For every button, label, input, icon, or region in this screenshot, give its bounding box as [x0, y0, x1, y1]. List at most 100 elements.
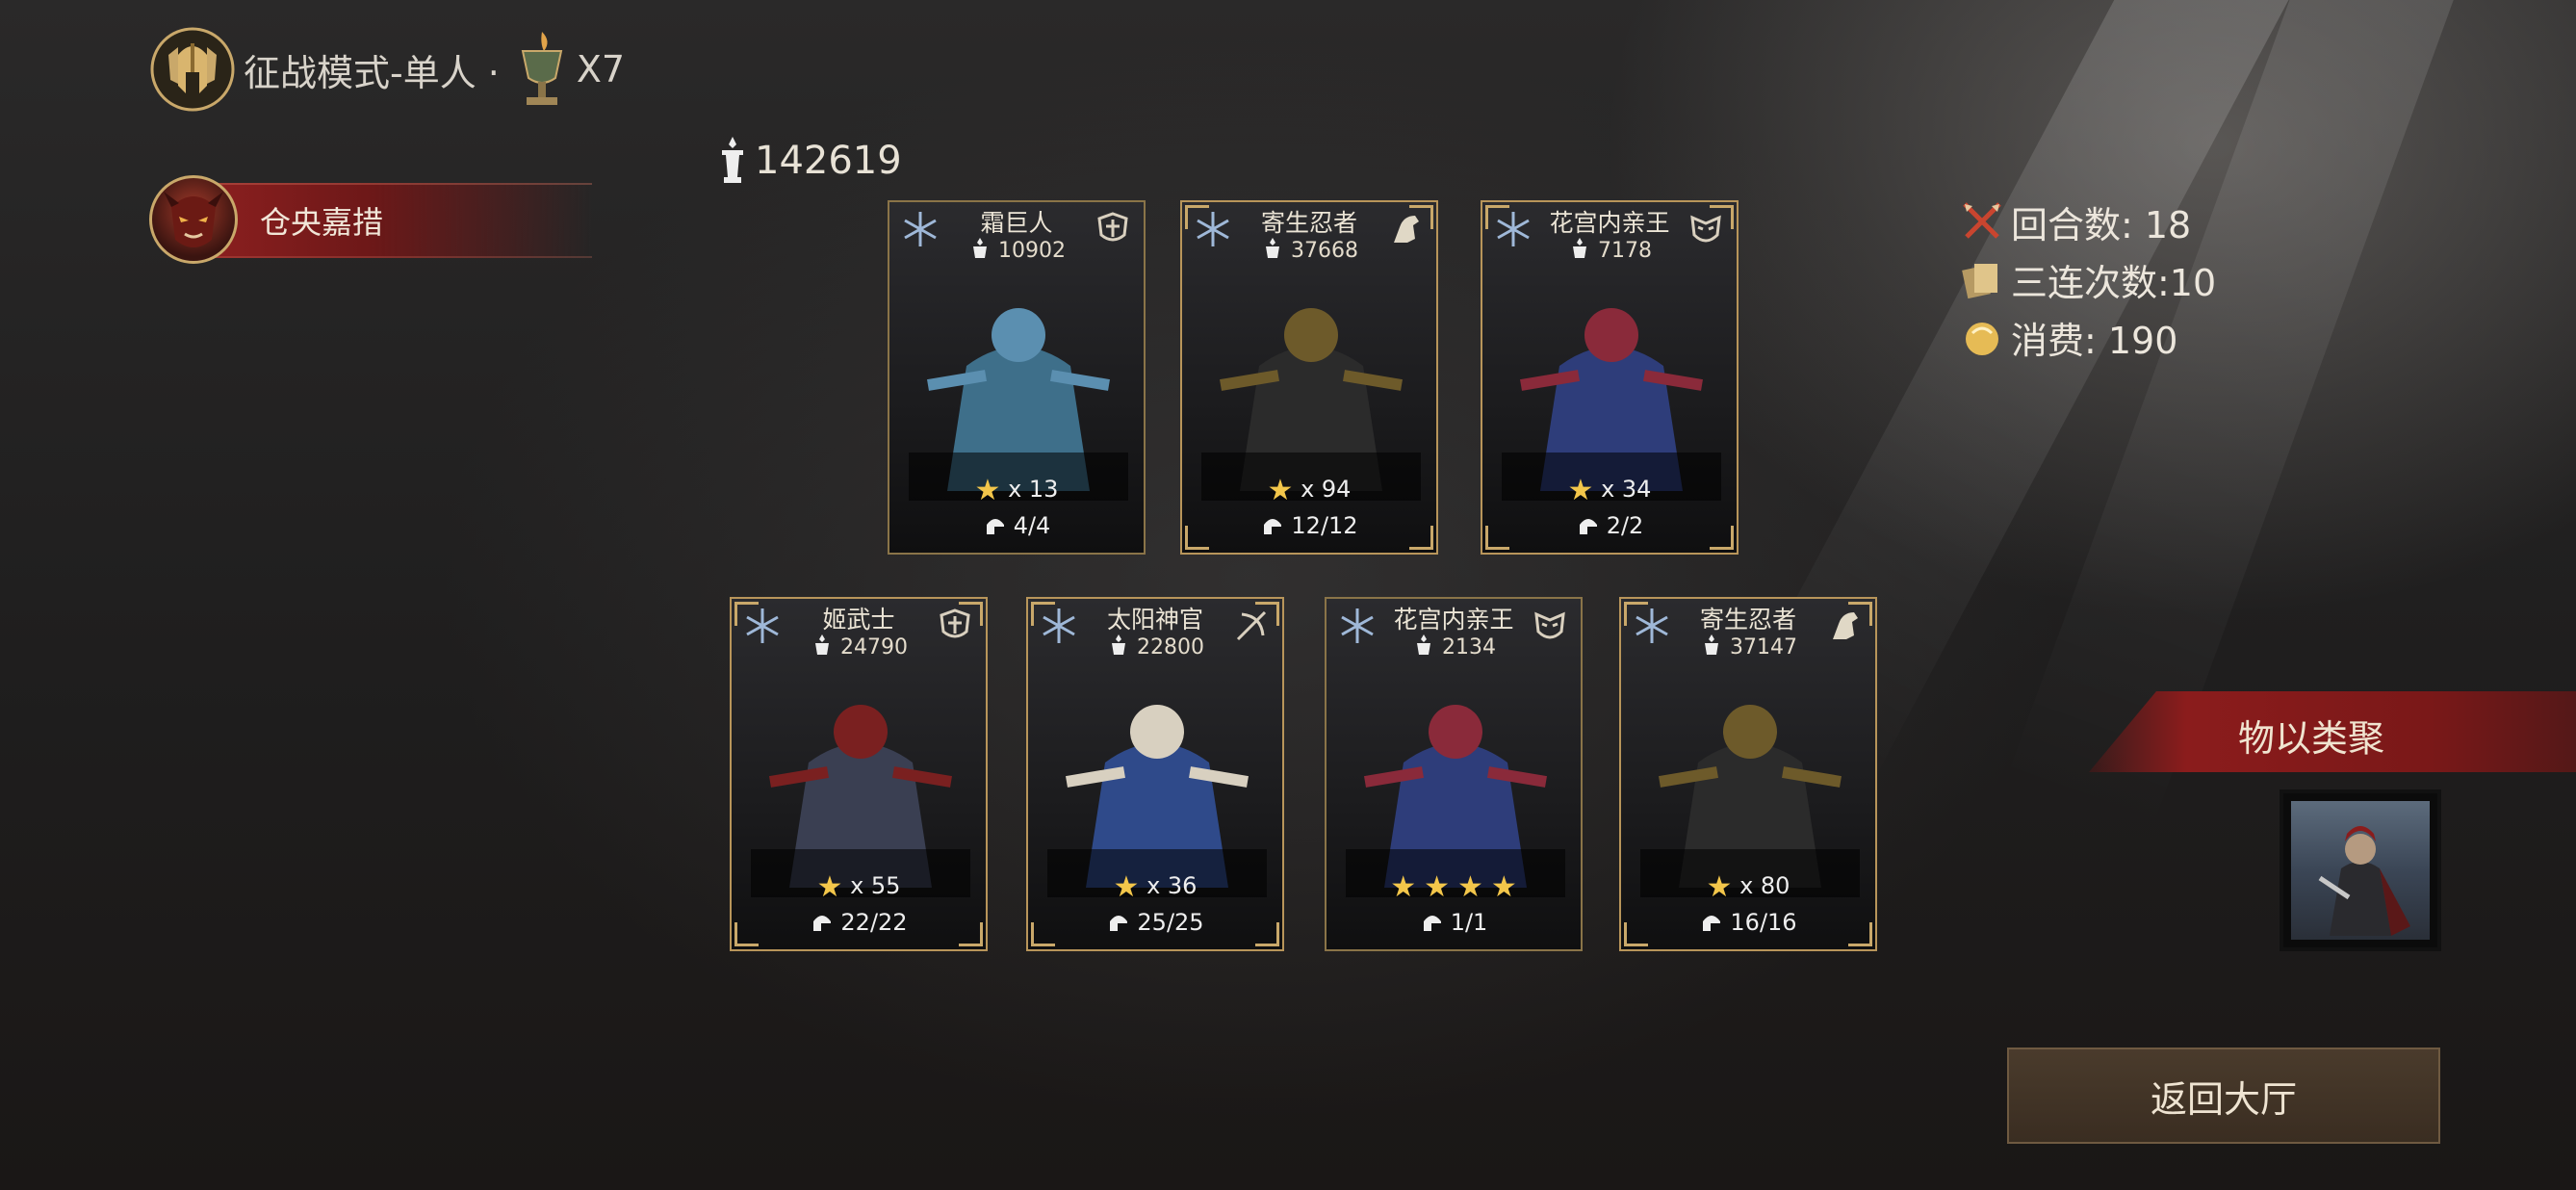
- hero-name: 霜巨人: [980, 209, 1053, 237]
- hero-count-text: 1/1: [1450, 909, 1488, 936]
- team-power: 142619: [714, 135, 902, 187]
- star-count-text: x 94: [1301, 476, 1352, 503]
- power-icon: [815, 634, 829, 655]
- hero-name: 寄生忍者: [1260, 209, 1357, 237]
- power-icon: [722, 137, 743, 183]
- hero-count: 22/22: [732, 909, 986, 936]
- star-icon: ★: [974, 474, 1001, 507]
- hero-count: 16/16: [1621, 909, 1875, 936]
- star-icon: ★: [1706, 870, 1733, 904]
- stat-triples-text: 三连次数:10: [2011, 261, 2217, 304]
- hero-portrait: [751, 705, 970, 897]
- star-icon: ★: [1490, 870, 1517, 904]
- hero-card[interactable]: 花宫内亲王 7178 ★ x 34 2/2: [1481, 200, 1739, 555]
- hero-name: 花宫内亲王: [1393, 606, 1514, 634]
- player-row[interactable]: 仓央嘉措: [149, 175, 592, 264]
- warrior-figure-icon: [2318, 826, 2410, 936]
- hero-power: 24790: [732, 634, 986, 660]
- hero-power: 37147: [1621, 634, 1875, 660]
- hero-count-text: 4/4: [1013, 512, 1051, 539]
- return-lobby-button[interactable]: 返回大厅: [2007, 1048, 2440, 1144]
- trophy-cup-icon: [521, 32, 563, 105]
- hero-count-text: 22/22: [840, 909, 908, 936]
- power-icon: [973, 238, 987, 258]
- hero-card[interactable]: 寄生忍者 37668 ★ x 94 12/12: [1180, 200, 1438, 555]
- stat-spent-text: 消费: 190: [2011, 319, 2178, 362]
- hero-card[interactable]: 太阳神官 22800 ★ x 36 25/25: [1026, 597, 1284, 951]
- star-count-text: x 13: [1008, 476, 1059, 503]
- star-icon: ★: [1457, 870, 1483, 904]
- star-count: ★ x 13: [889, 474, 1144, 507]
- hero-power: 22800: [1028, 634, 1282, 660]
- hero-power-value: 37147: [1730, 635, 1797, 660]
- hero-power-value: 37668: [1291, 239, 1358, 263]
- power-icon: [1266, 238, 1279, 258]
- mode-title: 征战模式-单人 ·: [244, 51, 500, 94]
- header: 征战模式-单人 · X7: [149, 21, 625, 117]
- star-icon: ★: [1567, 474, 1594, 507]
- star-icon: ★: [1267, 474, 1294, 507]
- cards-stack-icon: [1962, 264, 1997, 299]
- hero-power-value: 7178: [1598, 239, 1652, 263]
- hero-count: 2/2: [1482, 512, 1737, 539]
- avatar: [149, 175, 238, 264]
- hero-count-text: 16/16: [1730, 909, 1797, 936]
- crossed-swords-icon: [1963, 202, 2001, 239]
- hero-card[interactable]: 花宫内亲王 2134 ★ ★ ★ ★ 1/1: [1325, 597, 1583, 951]
- stat-triples: 三连次数:10: [1959, 250, 2216, 308]
- hero-portrait: [1502, 308, 1721, 501]
- star-count: ★ x 36: [1028, 870, 1282, 904]
- power-icon: [1112, 634, 1125, 655]
- battle-stats: 回合数: 18 三连次数:10 消费: 190: [1959, 193, 2216, 366]
- hero-name: 花宫内亲王: [1549, 209, 1670, 237]
- player-name: 仓央嘉措: [260, 204, 384, 241]
- hero-portrait: [1346, 705, 1565, 897]
- power-icon: [1705, 634, 1718, 655]
- return-lobby-label: 返回大厅: [2150, 1077, 2297, 1121]
- helmet-icon: [1264, 519, 1282, 534]
- hero-portrait: [1201, 308, 1421, 501]
- star-count-text: x 34: [1601, 476, 1652, 503]
- star-icon: ★: [1390, 870, 1417, 904]
- stat-rounds: 回合数: 18: [1959, 193, 2216, 250]
- player-bar: [188, 183, 592, 258]
- hero-count-text: 2/2: [1606, 512, 1644, 539]
- team-power-value: 142619: [755, 139, 902, 183]
- hero-count-text: 12/12: [1291, 512, 1358, 539]
- hero-card[interactable]: 姬武士 24790 ★ x 55 22/22: [730, 597, 988, 951]
- stat-spent: 消费: 190: [1959, 308, 2216, 366]
- helmet-icon: [1423, 916, 1441, 931]
- helmet-emblem-icon: [150, 27, 235, 112]
- hero-name: 姬武士: [822, 606, 895, 634]
- hero-card[interactable]: 霜巨人 10902 ★ x 13 4/4: [888, 200, 1146, 555]
- hero-portrait: [909, 308, 1128, 501]
- hero-count-text: 25/25: [1137, 909, 1204, 936]
- hero-portrait: [1047, 705, 1267, 897]
- star-count-text: x 36: [1146, 872, 1198, 899]
- hero-power-value: 22800: [1137, 635, 1204, 660]
- hero-power-value: 10902: [998, 239, 1066, 263]
- helmet-icon: [1579, 519, 1597, 534]
- star-icon: ★: [816, 870, 843, 904]
- star-count: ★ x 34: [1482, 474, 1737, 507]
- hero-name: 寄生忍者: [1699, 606, 1796, 634]
- star-rating: ★ ★ ★ ★: [1327, 870, 1581, 904]
- synergy-reward-card[interactable]: [2280, 789, 2441, 951]
- hero-power-value: 24790: [840, 635, 908, 660]
- star-icon: ★: [1113, 870, 1140, 904]
- helmet-icon: [986, 519, 1004, 534]
- synergy-banner-text: 物以类聚: [2238, 717, 2385, 760]
- hero-count: 25/25: [1028, 909, 1282, 936]
- star-count: ★ x 55: [732, 870, 986, 904]
- hero-power: 7178: [1482, 237, 1737, 263]
- demon-face-icon: [164, 192, 223, 247]
- roman-warrior-portrait: [2291, 801, 2430, 940]
- hero-power: 2134: [1327, 634, 1581, 660]
- hero-power: 10902: [889, 237, 1144, 263]
- synergy-banner: 物以类聚: [2089, 691, 2576, 772]
- star-count-text: x 55: [850, 872, 901, 899]
- hero-card[interactable]: 寄生忍者 37147 ★ x 80 16/16: [1619, 597, 1877, 951]
- helmet-icon: [1703, 916, 1721, 931]
- cup-count: X7: [576, 48, 626, 91]
- star-count: ★ x 80: [1621, 870, 1875, 904]
